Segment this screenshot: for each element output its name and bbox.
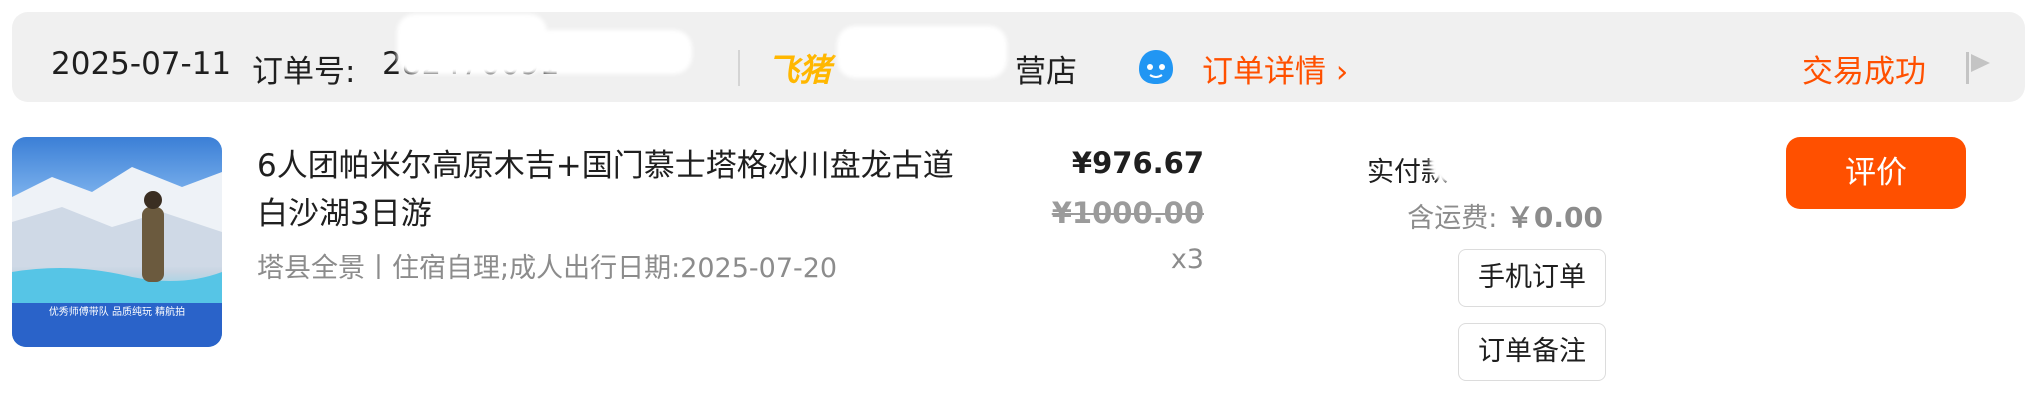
order-number-label: 订单号: [252, 54, 356, 90]
shipping-amount: ￥0.00 [1505, 201, 1603, 234]
shop-name[interactable]: 营店 [1015, 46, 1077, 91]
flag-icon[interactable] [1964, 50, 1994, 86]
quantity: x3 [1170, 244, 1204, 275]
redaction-mask [1430, 142, 1610, 182]
unit-price: ¥976.67 [1071, 146, 1204, 180]
order-date: 2025-07-11 [51, 46, 232, 82]
product-title[interactable]: 6人团帕米尔高原木吉+国门慕士塔格冰川盘龙古道白沙湖3日游 [257, 142, 977, 238]
mobile-order-button[interactable]: 手机订单 [1458, 249, 1606, 307]
redaction-mask [397, 14, 547, 74]
review-button[interactable]: 评价 [1786, 137, 1966, 209]
order-detail-link[interactable]: 订单详情 › [1202, 46, 1348, 91]
order-status: 交易成功 [1802, 54, 1926, 90]
chat-icon[interactable] [1137, 48, 1175, 86]
header-divider [738, 50, 740, 86]
thumbnail-banner: 优秀师傅带队 品质纯玩 精航拍 [12, 303, 222, 347]
order-note-button[interactable]: 订单备注 [1458, 323, 1606, 381]
redaction-mask [837, 26, 1007, 78]
shipping-label: 含运费: [1407, 203, 1498, 234]
shipping-fee: 含运费: ￥0.00 [1407, 196, 1603, 236]
order-card: 2025-07-11 订单号: 282470091 飞猪 营店 订单详情 › 交… [0, 0, 2037, 403]
order-header: 2025-07-11 订单号: 282470091 飞猪 营店 订单详情 › 交… [12, 12, 2025, 102]
product-sku: 塔县全景丨住宿自理;成人出行日期:2025-07-20 [257, 253, 838, 284]
fliggy-logo: 飞猪 [767, 51, 832, 89]
original-price: ¥1000.00 [1051, 196, 1204, 230]
product-thumbnail[interactable]: 优秀师傅带队 品质纯玩 精航拍 [12, 137, 222, 347]
redaction-mask [532, 30, 692, 74]
